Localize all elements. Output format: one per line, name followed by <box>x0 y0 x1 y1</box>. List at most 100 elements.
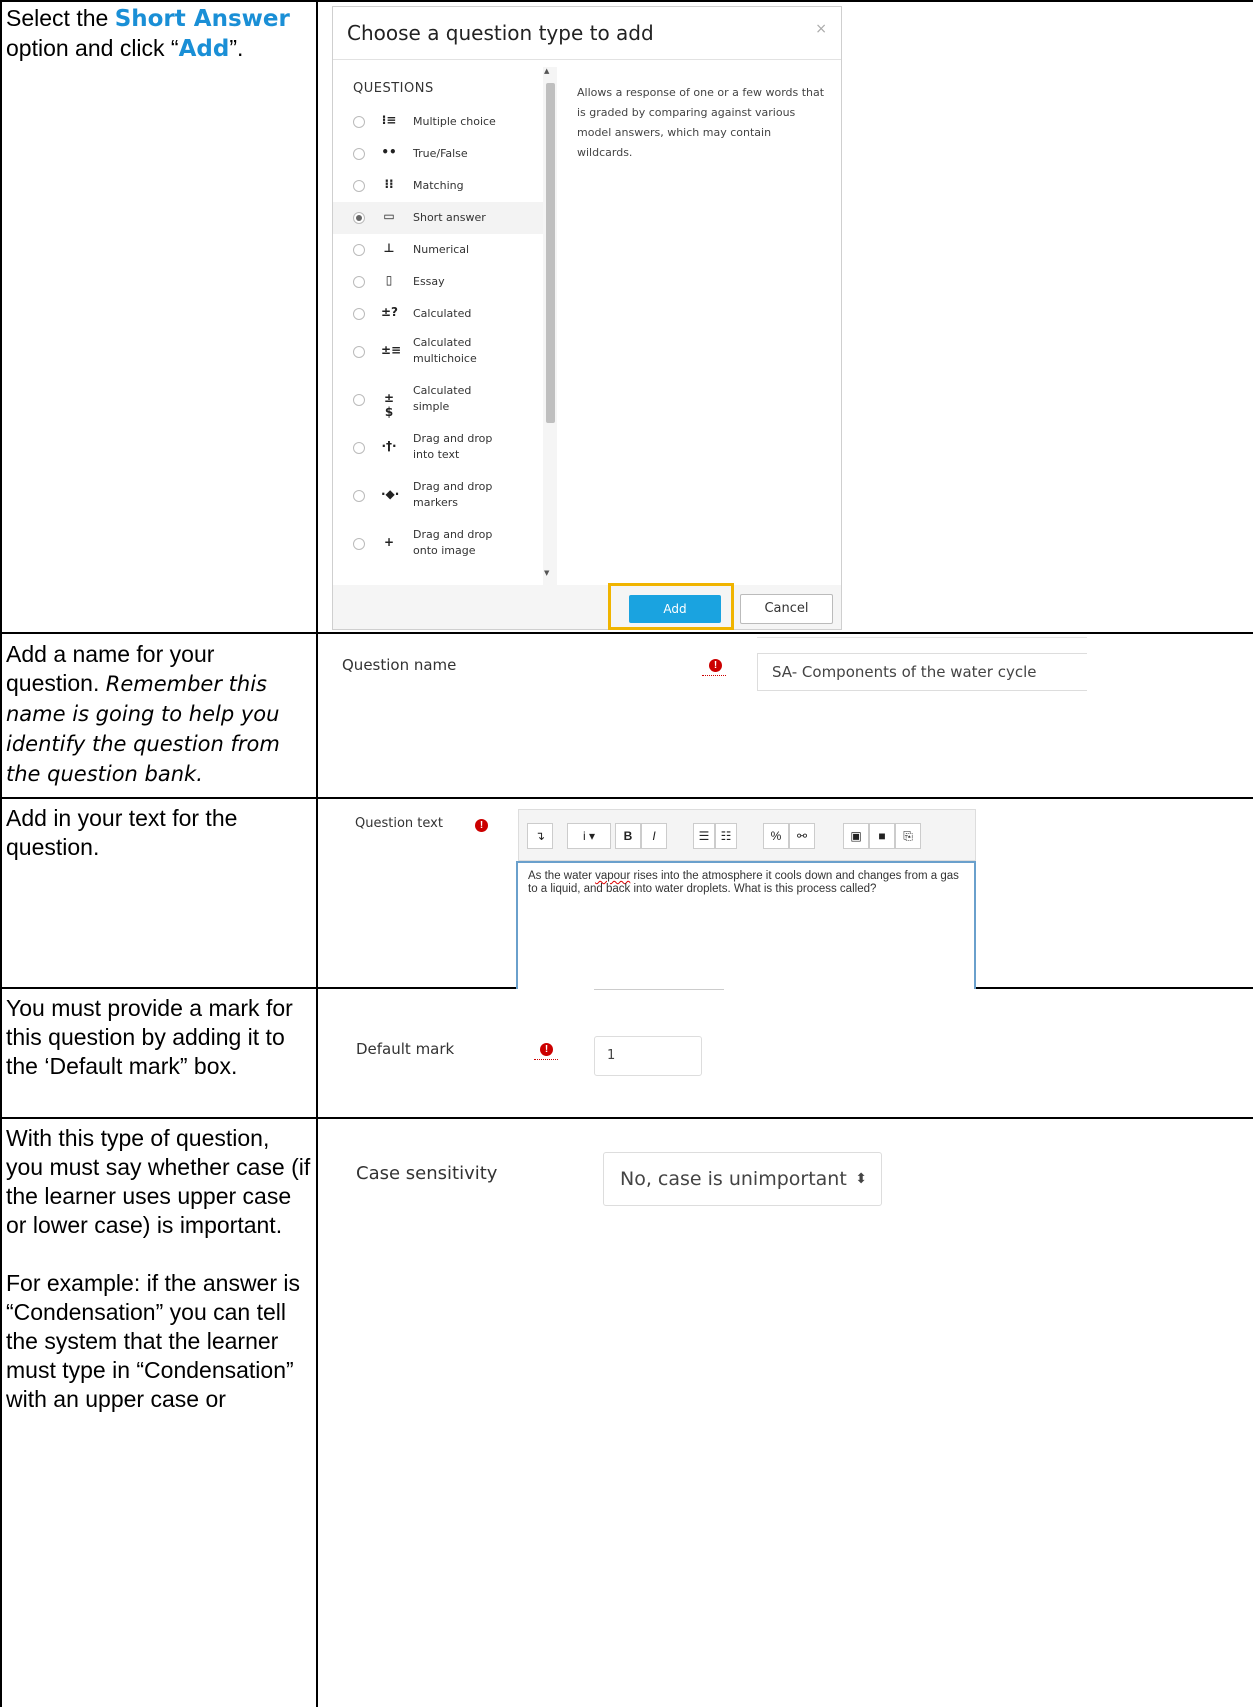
radio-button[interactable] <box>353 490 365 502</box>
question-name-input[interactable]: SA- Components of the water cycle <box>757 653 1087 691</box>
italic-icon[interactable]: I <box>641 823 667 849</box>
required-underline <box>702 675 726 676</box>
calculated-simple-icon: ±$ <box>383 391 395 419</box>
radio-button[interactable] <box>353 148 365 160</box>
calculated-multichoice-icon: ±≡ <box>381 343 402 357</box>
question-type-label: Calculated simple <box>413 384 472 413</box>
true-false-icon: •• <box>381 145 397 159</box>
radio-button[interactable] <box>353 276 365 288</box>
question-type-label: Drag and drop onto image <box>413 528 493 557</box>
question-type-option[interactable]: ±? Calculated <box>333 298 543 330</box>
editor-bottom-edge <box>594 989 724 990</box>
instruction-question-text: Add in your text for the question. <box>6 805 238 860</box>
question-name-label: Question name <box>342 656 457 674</box>
matching-icon: ⁝⁝ <box>384 177 394 191</box>
question-text-editor[interactable]: As the water vapour rises into the atmos… <box>516 861 976 989</box>
question-type-option[interactable]: ±$ Calculated simple <box>333 378 543 422</box>
radio-button[interactable] <box>353 442 365 454</box>
table-border-left <box>0 0 2 1707</box>
question-type-description: Allows a response of one or a few words … <box>577 86 825 159</box>
multiple-choice-icon: ⁝≡ <box>381 113 397 127</box>
manage-files-icon[interactable]: ⎘ <box>895 823 921 849</box>
instruction-case-sensitivity: With this type of question, you must say… <box>6 1125 311 1412</box>
question-text-content[interactable]: As the water vapour rises into the atmos… <box>528 870 968 896</box>
question-type-label: Drag and drop into text <box>413 432 493 461</box>
short-answer-icon: ▭ <box>383 209 395 223</box>
question-type-label: Calculated <box>413 307 472 320</box>
required-icon: ! <box>709 659 722 672</box>
unlink-icon[interactable]: ⚯ <box>789 823 815 849</box>
paragraph-style-icon[interactable]: i ▾ <box>567 823 611 849</box>
essay-icon: ▯ <box>385 273 393 287</box>
close-icon[interactable]: × <box>815 21 827 37</box>
question-type-label: Matching <box>413 179 464 192</box>
instruction-select-short-answer: Select the Short Answer option and click… <box>6 5 290 62</box>
question-type-option[interactable]: •• True/False <box>333 138 543 170</box>
question-text-label: Question text <box>355 816 443 831</box>
question-type-label: Essay <box>413 275 445 288</box>
drag-drop-markers-icon: ·◆· <box>381 487 400 501</box>
radio-button[interactable] <box>353 180 365 192</box>
question-type-option[interactable]: ▯ Essay <box>333 266 543 298</box>
select-arrows-icon: ⬍ <box>855 1171 867 1187</box>
radio-button[interactable] <box>353 538 365 550</box>
link-icon[interactable]: % <box>763 823 789 849</box>
unordered-list-icon[interactable]: ☰ <box>693 823 715 849</box>
instruction-default-mark: You must provide a mark for this questio… <box>6 995 293 1079</box>
table-row-divider-2 <box>0 797 1253 799</box>
scroll-up-icon[interactable]: ▲ <box>544 67 549 75</box>
default-mark-label: Default mark <box>356 1040 455 1058</box>
radio-button[interactable] <box>353 346 365 358</box>
default-mark-input[interactable]: 1 <box>594 1036 702 1076</box>
ordered-list-icon[interactable]: ☷ <box>715 823 737 849</box>
question-type-option[interactable]: + Drag and drop onto image <box>333 522 543 566</box>
modal-header-divider <box>333 59 841 60</box>
case-sensitivity-label: Case sensitivity <box>356 1163 498 1184</box>
drag-drop-image-icon: + <box>383 535 395 549</box>
question-type-option[interactable]: ·†· Drag and drop into text <box>333 426 543 470</box>
bold-icon[interactable]: B <box>615 823 641 849</box>
question-type-label: Multiple choice <box>413 115 496 128</box>
scroll-down-icon[interactable]: ▼ <box>544 569 549 577</box>
question-type-option[interactable]: ⁝≡ Multiple choice <box>333 106 543 138</box>
question-type-label: Numerical <box>413 243 470 256</box>
calculated-icon: ±? <box>381 305 399 319</box>
table-row-divider-4 <box>0 1117 1253 1119</box>
question-type-label: Drag and drop markers <box>413 480 493 509</box>
image-icon[interactable]: ▣ <box>843 823 869 849</box>
add-highlight: Add <box>178 36 230 62</box>
input-top-edge <box>757 637 1087 638</box>
list-scrollbar-thumb[interactable] <box>546 83 555 423</box>
required-icon: ! <box>540 1043 553 1056</box>
radio-button[interactable] <box>353 116 365 128</box>
radio-button[interactable] <box>353 308 365 320</box>
question-type-option[interactable]: ▭ Short answer <box>333 202 543 234</box>
case-sensitivity-select[interactable]: No, case is unimportant ⬍ <box>603 1152 882 1206</box>
cancel-button[interactable]: Cancel <box>740 594 833 624</box>
short-answer-highlight: Short Answer <box>114 6 290 32</box>
question-type-option[interactable]: ⊥ Numerical <box>333 234 543 266</box>
question-type-label: Short answer <box>413 211 486 224</box>
show-more-icon[interactable]: ↴ <box>527 823 553 849</box>
radio-button[interactable] <box>353 212 365 224</box>
table-column-divider <box>316 0 318 1707</box>
add-button-highlight <box>608 583 734 630</box>
table-row-divider-1 <box>0 632 1253 634</box>
question-type-option[interactable]: ⁝⁝ Matching <box>333 170 543 202</box>
question-type-modal: Choose a question type to add × QUESTION… <box>332 6 842 630</box>
required-icon: ! <box>475 819 488 832</box>
table-border-top <box>0 0 1253 2</box>
question-type-option[interactable]: ·◆· Drag and drop markers <box>333 474 543 518</box>
question-type-label: Calculated multichoice <box>413 336 477 365</box>
editor-toolbar: ↴ i ▾ B I ☰ ☷% ⚯ ▣ ■ ⎘ <box>518 809 976 861</box>
radio-button[interactable] <box>353 394 365 406</box>
drag-drop-text-icon: ·†· <box>381 439 397 453</box>
questions-heading: QUESTIONS <box>353 81 434 96</box>
modal-title: Choose a question type to add <box>347 21 654 45</box>
required-underline <box>534 1059 558 1060</box>
media-icon[interactable]: ■ <box>869 823 895 849</box>
radio-button[interactable] <box>353 244 365 256</box>
numerical-icon: ⊥ <box>383 241 395 255</box>
question-type-label: True/False <box>413 147 468 160</box>
question-type-option[interactable]: ±≡ Calculated multichoice <box>333 330 543 374</box>
